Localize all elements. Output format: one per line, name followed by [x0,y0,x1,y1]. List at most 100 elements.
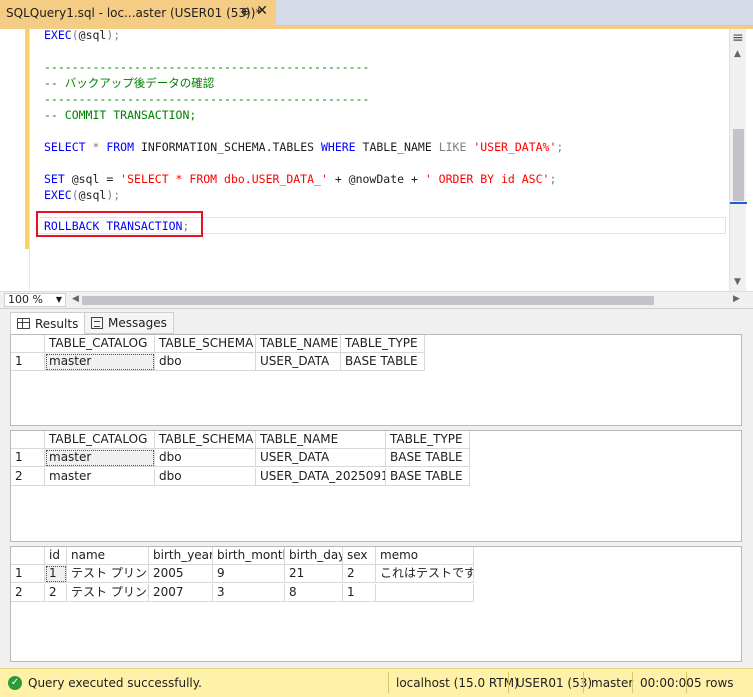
column-header[interactable]: TABLE_CATALOG [45,431,155,449]
code-line: -- バックアップ後データの確認 [44,76,215,90]
code-line: EXEC(@sql); [44,28,121,42]
document-tab-bar: SQLQuery1.sql - loc...aster (USER01 (53)… [0,0,753,26]
grid-cell[interactable]: 21 [285,565,343,583]
column-header[interactable]: sex [343,547,376,565]
tab-results-label: Results [35,316,79,331]
grid-cell[interactable]: テスト プリン1 [67,565,149,583]
code-line: SELECT * FROM INFORMATION_SCHEMA.TABLES … [44,140,564,154]
grid-cell[interactable]: 1 [45,565,67,583]
tab-messages-label: Messages [108,316,167,330]
row-number[interactable]: 2 [11,584,45,602]
grid-cell[interactable]: master [45,353,155,371]
grid-cell[interactable]: 8 [285,584,343,602]
zoom-row: 100 % ▼ ◀ ▶ [0,291,753,308]
code-line: EXEC(@sql); [44,188,121,202]
query-editor[interactable]: EXEC(@sql); ----------------------------… [0,28,753,291]
grid-cell[interactable]: BASE TABLE [341,353,425,371]
scroll-right-icon[interactable]: ▶ [733,294,740,304]
scroll-thumb[interactable] [733,129,744,201]
scroll-down-icon[interactable]: ▼ [734,277,741,287]
grid-cell[interactable]: dbo [155,353,256,371]
grid-cell[interactable]: BASE TABLE [386,468,470,486]
success-check-icon: ✓ [8,676,22,690]
grid-cell[interactable]: テスト プリン2 [67,584,149,602]
caret-position-marker [730,202,747,204]
grid-cell[interactable]: 2 [343,565,376,583]
grid-cell[interactable]: master [45,449,155,467]
column-header[interactable]: birth_month [213,547,285,565]
grid-cell[interactable]: dbo [155,468,256,486]
horizontal-scroll-thumb[interactable] [82,296,654,305]
grid-cell[interactable]: USER_DATA_20250918 [256,468,386,486]
row-number[interactable]: 1 [11,565,45,583]
status-divider [388,672,389,693]
status-divider [632,672,633,693]
row-number[interactable]: 1 [11,353,45,371]
status-divider [508,672,509,693]
column-header[interactable]: TABLE_NAME [256,431,386,449]
status-row-count: 5 rows [694,676,734,690]
split-icon[interactable]: ≡ [732,30,744,46]
column-header[interactable]: memo [376,547,474,565]
row-number[interactable]: 1 [11,449,45,467]
grid-cell[interactable]: master [45,468,155,486]
status-divider [583,672,584,693]
grid-cell[interactable]: これはテストです。 [376,565,474,583]
results-tab-bar: Results Messages [0,308,753,334]
grid-corner [11,547,45,565]
result-grid-1[interactable]: TABLE_CATALOG TABLE_SCHEMA TABLE_NAME TA… [10,334,742,426]
column-header[interactable]: TABLE_SCHEMA [155,335,256,353]
grid-cell[interactable]: 2 [45,584,67,602]
chevron-down-icon: ▼ [55,295,62,304]
messages-icon [91,317,103,329]
close-icon[interactable]: ✕ [256,3,268,19]
pin-icon[interactable]: ⊕ [241,5,250,18]
tab-messages[interactable]: Messages [84,312,174,334]
result-grid-3[interactable]: id name birth_year birth_month birth_day… [10,546,742,662]
grid-corner [11,335,45,353]
grid-cell[interactable]: USER_DATA [256,449,386,467]
status-divider [686,672,687,693]
column-header[interactable]: TABLE_SCHEMA [155,431,256,449]
grid-cell[interactable]: BASE TABLE [386,449,470,467]
code-line: ----------------------------------------… [44,92,370,106]
grid-cell[interactable]: 2007 [149,584,213,602]
document-tab[interactable]: SQLQuery1.sql - loc...aster (USER01 (53)… [0,0,276,26]
change-tracking-bar [25,29,29,249]
code-line: SET @sql = 'SELECT * FROM dbo.USER_DATA_… [44,172,557,186]
column-header[interactable]: TABLE_CATALOG [45,335,155,353]
results-pane: TABLE_CATALOG TABLE_SCHEMA TABLE_NAME TA… [0,334,753,668]
grid-cell[interactable]: 1 [343,584,376,602]
column-header[interactable]: birth_year [149,547,213,565]
column-header[interactable]: TABLE_TYPE [386,431,470,449]
status-user: USER01 (53) [516,676,593,690]
status-bar: ✓ Query executed successfully. localhost… [0,668,753,697]
column-header[interactable]: TABLE_TYPE [341,335,425,353]
column-header[interactable]: name [67,547,149,565]
row-number[interactable]: 2 [11,468,45,486]
grid-cell[interactable]: dbo [155,449,256,467]
column-header[interactable]: birth_day [285,547,343,565]
grid-cell[interactable] [376,584,474,602]
grid-cell[interactable]: 3 [213,584,285,602]
status-server: localhost (15.0 RTM) [396,676,519,690]
scroll-left-icon[interactable]: ◀ [72,294,79,304]
tab-results[interactable]: Results [10,312,86,334]
zoom-dropdown[interactable]: 100 % ▼ [4,293,66,307]
grid-cell[interactable]: USER_DATA [256,353,341,371]
code-line: ----------------------------------------… [44,60,370,74]
zoom-value: 100 % [8,293,43,306]
code-line: -- COMMIT TRANSACTION; [44,108,197,122]
status-message: Query executed successfully. [28,676,202,690]
column-header[interactable]: id [45,547,67,565]
highlight-box [36,211,203,237]
grid-icon [17,318,30,329]
grid-cell[interactable]: 9 [213,565,285,583]
editor-vertical-scrollbar[interactable]: ≡ ▲ ▼ [729,29,747,291]
result-grid-2[interactable]: TABLE_CATALOG TABLE_SCHEMA TABLE_NAME TA… [10,430,742,542]
scroll-up-icon[interactable]: ▲ [734,49,741,59]
grid-cell[interactable]: 2005 [149,565,213,583]
column-header[interactable]: TABLE_NAME [256,335,341,353]
status-database: master [591,676,634,690]
document-tab-title: SQLQuery1.sql - loc...aster (USER01 (53)… [6,6,262,20]
